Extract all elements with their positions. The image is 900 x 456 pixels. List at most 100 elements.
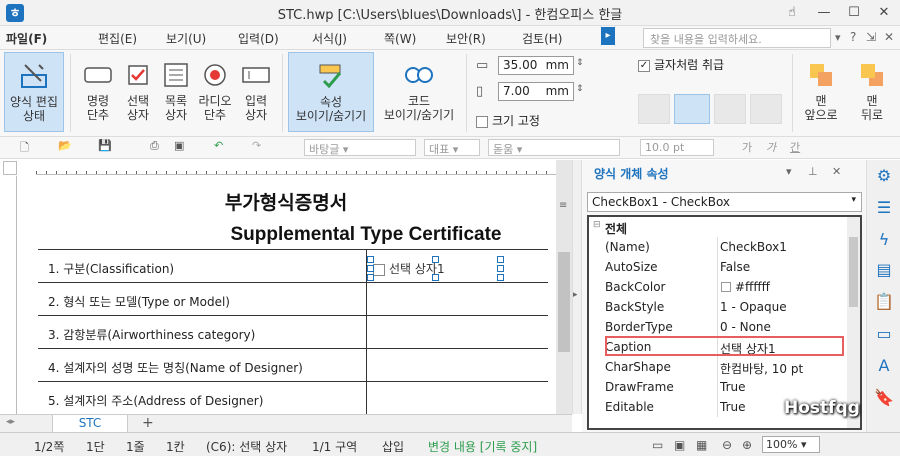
close-button[interactable]: ✕: [872, 3, 896, 23]
property-row[interactable]: DrawFrame True: [589, 377, 847, 397]
property-scrollbar[interactable]: [847, 217, 860, 428]
bold-icon[interactable]: 가: [742, 139, 752, 156]
code-toggle-button[interactable]: 코드 보이기/숨기기: [376, 52, 462, 132]
property-row[interactable]: BackColor #ffffff: [589, 277, 847, 297]
panel-divider[interactable]: ▸: [572, 160, 582, 414]
save-icon[interactable]: 💾: [98, 139, 112, 156]
font-select[interactable]: 돋움 ▾: [488, 139, 620, 156]
list-icon[interactable]: ☰: [874, 198, 894, 218]
undo-icon[interactable]: ↶: [214, 139, 223, 156]
flash-icon[interactable]: ϟ: [874, 230, 894, 250]
split-icon[interactable]: ≡: [559, 200, 567, 211]
status-insert-mode[interactable]: 삽입: [382, 438, 404, 455]
table-row[interactable]: 3. 감항분류(Airworthiness category): [38, 315, 548, 349]
view-web-icon[interactable]: ▦: [696, 438, 707, 452]
resize-handle[interactable]: [497, 256, 504, 263]
menu-file[interactable]: 파일(F): [6, 30, 47, 47]
minimize-button[interactable]: —: [812, 3, 836, 23]
resize-handle[interactable]: [367, 256, 374, 263]
tab-stc[interactable]: STC: [52, 415, 128, 433]
wrap-behind-icon[interactable]: [714, 94, 746, 124]
zoom-in-icon[interactable]: ⊕: [742, 438, 752, 452]
resize-handle[interactable]: [367, 265, 374, 272]
font-size-field[interactable]: 10.0 pt: [640, 139, 714, 156]
redo-icon[interactable]: ↷: [252, 139, 261, 156]
property-row[interactable]: CharShape 한컴바탕, 10 pt: [589, 357, 847, 377]
menu-edit[interactable]: 편집(E): [98, 30, 137, 47]
zoom-select[interactable]: 100% ▾: [762, 436, 820, 453]
font-kind-select[interactable]: 대표 ▾: [424, 139, 480, 156]
view-normal-icon[interactable]: ▭: [652, 438, 663, 452]
vertical-ruler[interactable]: [3, 176, 17, 414]
input-box-tool[interactable]: 입력 상자: [236, 52, 276, 132]
wrap-topbottom-icon[interactable]: [674, 94, 710, 124]
wrap-front-icon[interactable]: [750, 94, 782, 124]
command-button-tool[interactable]: 명령 단추: [78, 52, 118, 132]
send-to-back-button[interactable]: 맨 뒤로: [852, 52, 892, 132]
view-page-icon[interactable]: ▣: [674, 438, 685, 452]
ribbon-close-icon[interactable]: ✕: [884, 30, 894, 44]
properties-toggle-button[interactable]: 속성 보이기/숨기기: [288, 52, 374, 132]
document-icon[interactable]: ▤: [874, 260, 894, 280]
table-row[interactable]: 2. 형식 또는 모델(Type or Model): [38, 282, 548, 316]
status-track-changes[interactable]: 변경 내용 [기록 중지]: [428, 438, 537, 455]
form-object-icon[interactable]: ⚙: [874, 166, 894, 186]
checkbox-tool[interactable]: 선택 상자: [118, 52, 158, 132]
width-field[interactable]: 35.00 mm: [498, 56, 574, 75]
menu-view[interactable]: 보기(U): [166, 30, 206, 47]
panel-menu-icon[interactable]: ▾: [786, 165, 792, 178]
status-page[interactable]: 1/2쪽: [34, 438, 64, 455]
radio-button-tool[interactable]: 라디오 단추: [194, 52, 236, 132]
print-icon[interactable]: ⎙: [150, 139, 159, 156]
form-checkbox-field[interactable]: 선택 상자1: [373, 260, 505, 278]
status-section[interactable]: 1/1 구역: [312, 438, 357, 455]
form-edit-mode-button[interactable]: 양식 편집 상태: [4, 52, 64, 132]
menu-format[interactable]: 서식(J): [312, 30, 347, 47]
menu-more-icon[interactable]: ▸: [601, 27, 615, 45]
open-folder-icon[interactable]: 📂: [58, 139, 72, 156]
menu-insert[interactable]: 입력(D): [238, 30, 279, 47]
bring-to-front-button[interactable]: 맨 앞으로: [800, 52, 842, 132]
preview-icon[interactable]: ▣: [174, 139, 184, 156]
property-row[interactable]: AutoSize False: [589, 257, 847, 277]
document-area[interactable]: 부가형식증명서 Supplemental Type Certificate 1.…: [18, 176, 554, 414]
property-row[interactable]: BackStyle 1 - Opaque: [589, 297, 847, 317]
table-row[interactable]: 5. 설계자의 주소(Address of Designer): [38, 381, 548, 414]
search-input[interactable]: 찾을 내용을 입력하세요.: [643, 28, 831, 48]
underline-icon[interactable]: 간: [790, 139, 800, 156]
text-style-icon[interactable]: A: [874, 356, 894, 376]
listbox-tool[interactable]: 목록 상자: [156, 52, 196, 132]
style-select[interactable]: 바탕글 ▾: [304, 139, 416, 156]
object-select[interactable]: CheckBox1 - CheckBox ▾: [587, 192, 862, 212]
wrap-square-icon[interactable]: [638, 94, 670, 124]
collapse-panel-icon[interactable]: ▸: [573, 290, 578, 300]
resize-handle[interactable]: [497, 274, 504, 281]
property-row[interactable]: BorderType 0 - None: [589, 317, 847, 337]
resize-handle[interactable]: [432, 274, 439, 281]
tab-nav-icon[interactable]: ◂▸: [6, 417, 15, 427]
resize-handle[interactable]: [367, 274, 374, 281]
restore-icon[interactable]: ⇲: [866, 30, 876, 44]
resize-handle[interactable]: [497, 265, 504, 272]
panel-close-icon[interactable]: ✕: [832, 165, 841, 178]
help-icon[interactable]: ?: [850, 30, 856, 44]
clipboard-icon[interactable]: 📋: [874, 292, 894, 312]
horizontal-ruler[interactable]: [36, 161, 571, 175]
width-spin-icon[interactable]: ⇕: [576, 58, 584, 68]
new-doc-icon[interactable]: 🗋: [20, 139, 29, 156]
add-tab-icon[interactable]: +: [142, 415, 154, 431]
property-group[interactable]: ⊟ 전체: [589, 217, 847, 237]
pin-icon[interactable]: ⊥: [808, 165, 818, 178]
maximize-button[interactable]: ☐: [842, 3, 866, 23]
touch-mode-icon[interactable]: ☝: [780, 3, 804, 23]
resize-handle[interactable]: [432, 256, 439, 263]
property-row[interactable]: (Name) CheckBox1: [589, 237, 847, 257]
table-row[interactable]: 4. 설계자의 성명 또는 명칭(Name of Designer): [38, 348, 548, 382]
italic-icon[interactable]: 가: [766, 139, 776, 156]
scroll-thumb[interactable]: [558, 252, 570, 352]
document-scrollbar[interactable]: ≡: [556, 160, 572, 414]
size-fixed-checkbox[interactable]: 크기 고정: [476, 112, 540, 129]
window-icon[interactable]: ▭: [874, 324, 894, 344]
search-down-icon[interactable]: ▾: [835, 31, 841, 44]
menu-security[interactable]: 보안(R): [446, 30, 486, 47]
